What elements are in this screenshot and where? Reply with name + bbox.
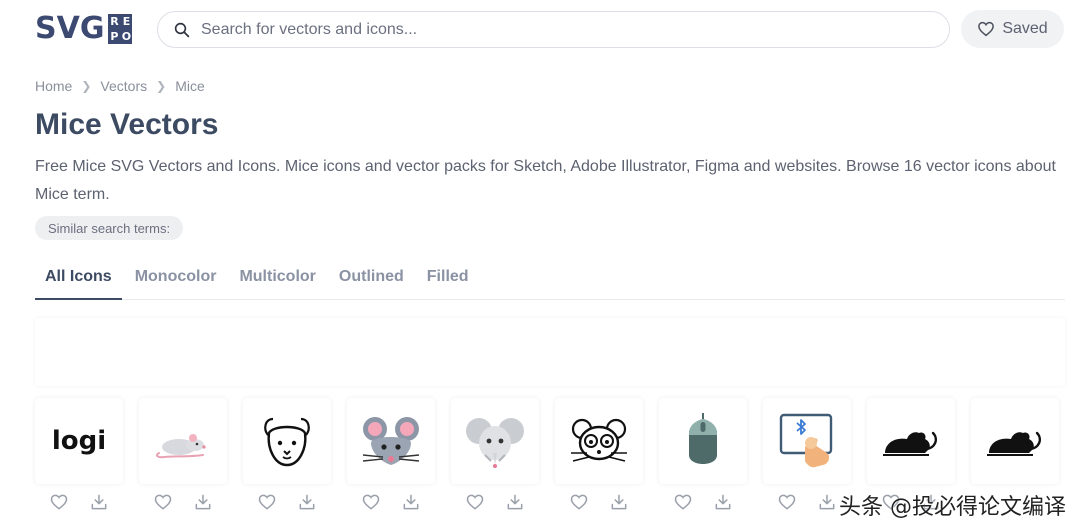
logi-logo-icon: logi (52, 426, 106, 456)
card-actions (153, 490, 213, 514)
header: SVG R E P O Saved (0, 0, 1080, 62)
download-icon[interactable] (817, 492, 837, 512)
saved-button[interactable]: Saved (961, 10, 1064, 48)
card-actions (465, 490, 525, 514)
heart-icon[interactable] (569, 492, 589, 512)
tab-monocolor[interactable]: Monocolor (125, 262, 227, 300)
mouse-face-outline-icon (571, 418, 627, 462)
search-bar[interactable] (157, 11, 950, 48)
icon-tile[interactable] (139, 398, 227, 484)
ad-banner-placeholder (35, 318, 1065, 386)
icon-tile[interactable] (659, 398, 747, 484)
icon-tile[interactable] (555, 398, 643, 484)
tab-outlined[interactable]: Outlined (329, 262, 414, 300)
download-icon[interactable] (297, 492, 317, 512)
svg-text:logi: logi (52, 426, 106, 456)
heart-icon (978, 21, 995, 37)
icon-tile[interactable] (347, 398, 435, 484)
breadcrumb-vectors[interactable]: Vectors (100, 78, 147, 94)
logo-letter: R (110, 15, 119, 28)
card-actions (49, 490, 109, 514)
download-icon[interactable] (609, 492, 629, 512)
icon-card (139, 398, 227, 531)
card-actions (569, 490, 629, 514)
download-icon[interactable] (193, 492, 213, 512)
download-icon[interactable] (505, 492, 525, 512)
tab-filled[interactable]: Filled (417, 262, 479, 300)
heart-icon[interactable] (361, 492, 381, 512)
search-icon (174, 22, 190, 37)
heart-icon[interactable] (673, 492, 693, 512)
icon-card: logi (35, 398, 123, 531)
mouse-face-gray-icon (362, 417, 420, 465)
icon-tile[interactable] (867, 398, 955, 484)
download-icon[interactable] (713, 492, 733, 512)
breadcrumb: Home ❯ Vectors ❯ Mice (35, 78, 205, 94)
mouse-silhouette-icon (883, 431, 937, 456)
hamster-outline-icon (264, 417, 310, 467)
search-input[interactable] (201, 20, 901, 39)
filter-tabs: All Icons Monocolor Multicolor Outlined … (35, 262, 1065, 300)
icon-tile[interactable] (763, 398, 851, 484)
elephant-mouse-face-icon (466, 418, 524, 468)
svgrepo-logo[interactable]: SVG R E P O (35, 11, 133, 46)
logo-letter: P (110, 30, 119, 43)
card-actions (777, 490, 837, 514)
card-actions (257, 490, 317, 514)
tab-all-icons[interactable]: All Icons (35, 262, 122, 300)
icon-tile[interactable]: logi (35, 398, 123, 484)
bluetooth-mouse-tap-icon (779, 413, 833, 468)
logo-letter: E (122, 15, 131, 28)
similar-terms-badge: Similar search terms: (35, 216, 184, 240)
heart-icon[interactable] (465, 492, 485, 512)
icon-card (451, 398, 539, 531)
chevron-right-icon: ❯ (81, 79, 92, 93)
icon-card (347, 398, 435, 531)
breadcrumb-mice[interactable]: Mice (175, 78, 205, 94)
heart-icon[interactable] (153, 492, 173, 512)
icon-tile[interactable] (451, 398, 539, 484)
download-icon[interactable] (401, 492, 421, 512)
mouse-silhouette-icon (987, 431, 1041, 456)
page-description: Free Mice SVG Vectors and Icons. Mice ic… (35, 158, 1056, 203)
card-actions (673, 490, 733, 514)
icon-card (763, 398, 851, 531)
chevron-right-icon: ❯ (156, 79, 167, 93)
icon-tile[interactable] (243, 398, 331, 484)
tab-multicolor[interactable]: Multicolor (229, 262, 325, 300)
logo-letter: O (121, 30, 132, 43)
rat-pink-icon (156, 434, 206, 459)
icon-card (243, 398, 331, 531)
saved-label: Saved (1002, 20, 1048, 37)
heart-icon[interactable] (777, 492, 797, 512)
watermark: 头条 @投必得论文编译 (839, 495, 1066, 520)
computer-mouse-icon (689, 413, 717, 464)
logo-box: R E P O (108, 14, 133, 44)
heart-icon[interactable] (257, 492, 277, 512)
heart-icon[interactable] (49, 492, 69, 512)
icon-tile[interactable] (971, 398, 1059, 484)
download-icon[interactable] (89, 492, 109, 512)
card-actions (361, 490, 421, 514)
icon-card (659, 398, 747, 531)
icon-card (555, 398, 643, 531)
logo-text: SVG (35, 11, 105, 46)
breadcrumb-home[interactable]: Home (35, 78, 72, 94)
page-title: Mice Vectors (35, 108, 219, 141)
